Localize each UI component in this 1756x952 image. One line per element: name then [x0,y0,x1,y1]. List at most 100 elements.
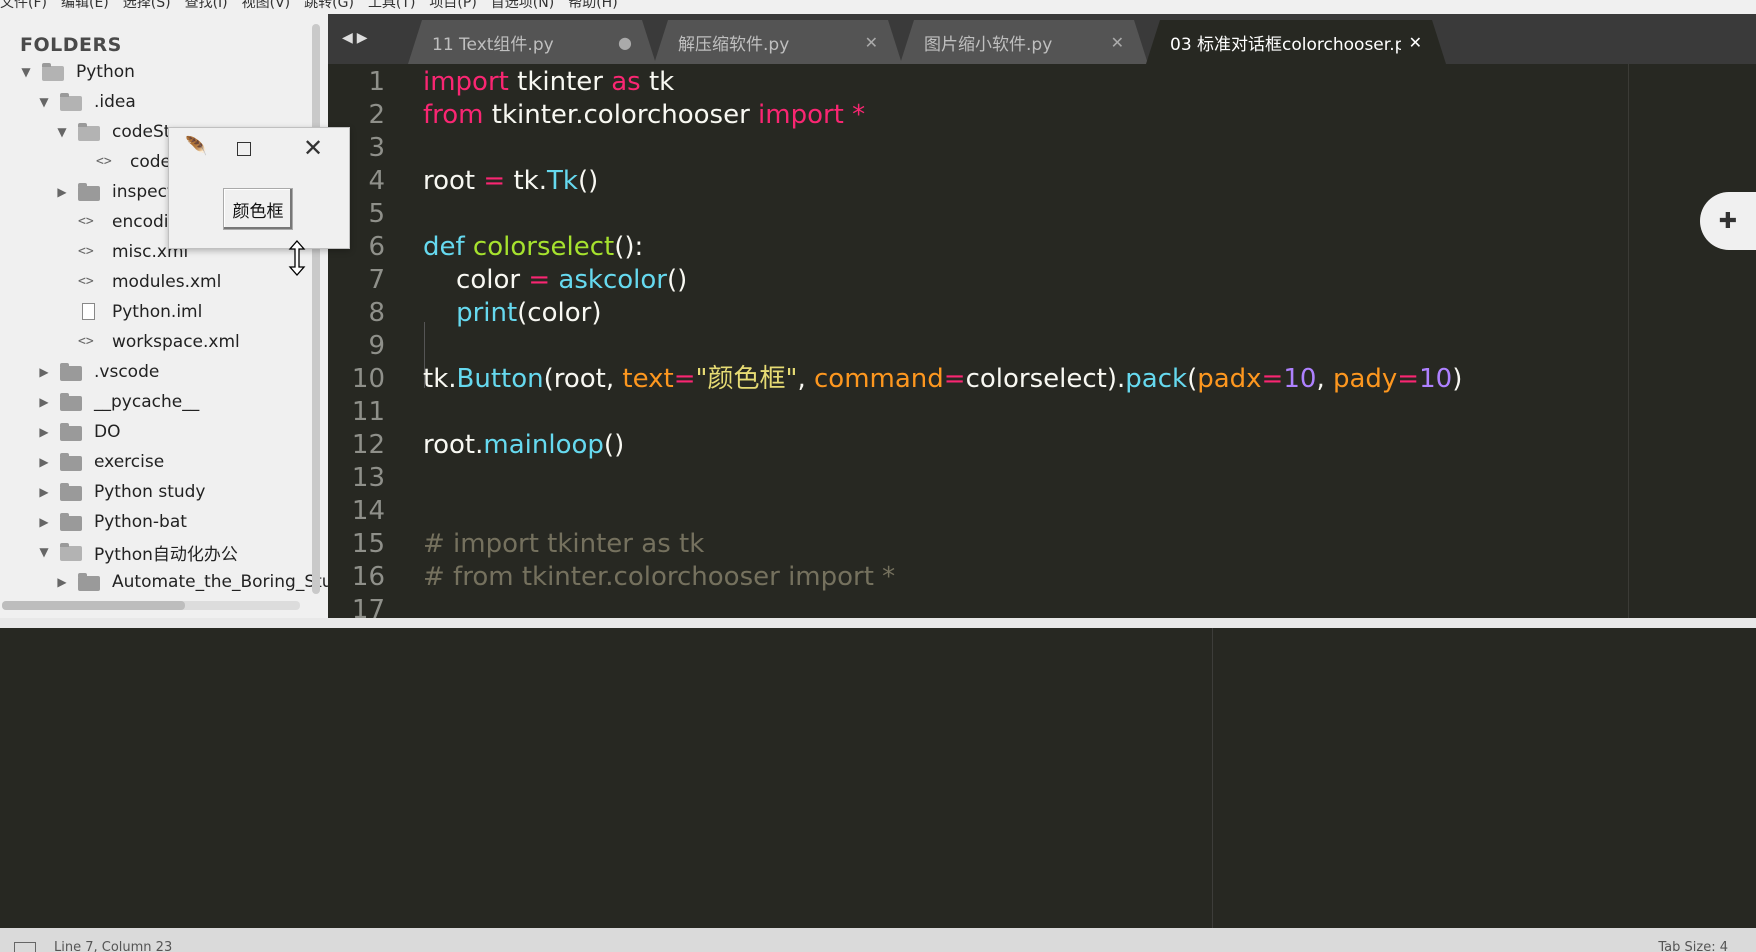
panel-toggle-icon[interactable] [14,942,36,952]
tree-item-label: DO [94,422,121,442]
code-line-16: # from tkinter.colorchooser import * [423,562,896,592]
tree-item-label: code [130,152,171,172]
line-number: 15 [351,529,385,559]
tk-window: 🪶 ✕ 颜色框 [168,127,350,249]
close-tab-icon[interactable]: ✕ [1111,33,1124,52]
code-line-6: def colorselect(): [423,232,644,262]
tab-colorchooser[interactable]: 03 标准对话框colorchooser.py ✕ [1146,20,1446,64]
tab-decompress[interactable]: 解压缩软件.py ✕ [654,20,902,64]
menu-project[interactable]: 项目(P) [429,0,476,12]
menu-find[interactable]: 查找(I) [185,0,228,12]
menu-view[interactable]: 视图(V) [242,0,291,12]
expand-arrow-icon[interactable]: ▼ [18,65,34,79]
tree-item-exercise[interactable]: ▶ exercise [36,448,164,476]
bottom-panel-split [1212,628,1213,928]
file-icon [78,303,100,321]
folder-open-icon [60,93,82,111]
tree-item-modules[interactable]: ▶ <> modules.xml [54,268,221,296]
collapse-arrow-icon[interactable]: ▶ [54,575,70,589]
tree-item-python-iml[interactable]: ▶ Python.iml [54,298,202,326]
tree-item-automate[interactable]: ▶ Automate_the_Boring_Stu [54,568,328,596]
maximize-icon[interactable] [237,142,251,156]
tree-item-python-bat[interactable]: ▶ Python-bat [36,508,187,536]
code-line-7: color = askcolor() [423,265,688,295]
line-number: 11 [351,397,385,427]
collapse-arrow-icon[interactable]: ▶ [36,515,52,529]
tab-nav-arrows-icon[interactable]: ◀▶ [342,30,372,46]
folder-icon [60,393,82,411]
tk-feather-icon: 🪶 [185,136,208,157]
tree-item-do[interactable]: ▶ DO [36,418,120,446]
tab-size[interactable]: Tab Size: 4 [1658,940,1728,952]
folder-icon [60,483,82,501]
collapse-arrow-icon[interactable]: ▶ [36,485,52,499]
folder-open-icon [42,63,64,81]
menu-help[interactable]: 帮助(H) [568,0,617,12]
expand-arrow-icon[interactable]: ▼ [54,125,70,139]
expand-arrow-icon[interactable]: ▼ [36,545,52,559]
tab-bar: ◀▶ 11 Text组件.py ● 解压缩软件.py ✕ 图片缩小软件.py ✕… [328,14,1756,64]
folder-open-icon [60,543,82,561]
tree-item-label: Python自动化办公 [94,544,238,565]
resize-cursor-icon [288,240,306,276]
code-editor[interactable]: 1 2 3 4 5 6 7 8 9 10 11 12 13 14 15 16 1… [328,64,1756,618]
tree-item-python-automation[interactable]: ▼ Python自动化办公 [36,538,238,566]
tree-item-inspections[interactable]: ▶ inspecti [54,178,178,206]
tree-item-python[interactable]: ▼ Python [18,58,135,86]
cursor-position: Line 7, Column 23 [54,940,173,952]
close-tab-icon[interactable]: ✕ [865,33,878,52]
tab-text-component[interactable]: 11 Text组件.py ● [408,20,656,64]
tree-item-idea[interactable]: ▼ .idea [36,88,136,116]
code-line-2: from tkinter.colorchooser import * [423,100,866,130]
collapse-arrow-icon[interactable]: ▶ [36,455,52,469]
line-number: 8 [368,298,385,328]
folder-icon [60,453,82,471]
panel-divider[interactable] [0,618,1756,628]
folder-open-icon [78,123,100,141]
menu-edit[interactable]: 编辑(E) [61,0,109,12]
code-file-icon: <> [78,274,94,289]
tree-item-codestyles[interactable]: ▼ codeSty [54,118,180,146]
collapse-arrow-icon[interactable]: ▶ [36,425,52,439]
menu-selection[interactable]: 选择(S) [123,0,171,12]
expand-arrow-icon[interactable]: ▼ [36,95,52,109]
floating-pin-icon[interactable]: ✚ [1700,192,1756,250]
sidebar-horizontal-scrollbar[interactable] [2,601,185,610]
tree-item-code[interactable]: ▶ <> code [72,148,171,176]
tree-item-label: exercise [94,452,165,472]
tab-image-shrink[interactable]: 图片缩小软件.py ✕ [900,20,1148,64]
close-tab-icon[interactable]: ✕ [1409,33,1422,52]
tree-item-python-study[interactable]: ▶ Python study [36,478,205,506]
tree-item-label: Python.iml [112,302,203,322]
folders-title: FOLDERS [20,34,122,56]
minimap-divider [1628,64,1629,618]
line-number: 14 [351,496,385,526]
sidebar-vertical-scrollbar[interactable] [312,24,320,594]
bottom-panel [0,628,1756,928]
tree-item-label: __pycache__ [94,392,200,412]
tree-item-workspace[interactable]: ▶ <> workspace.xml [54,328,240,356]
collapse-arrow-icon[interactable]: ▶ [54,185,70,199]
tree-item-encodings[interactable]: ▶ <> encodir [54,208,175,236]
status-bar: Line 7, Column 23 Tab Size: 4 [0,928,1756,952]
menu-tools[interactable]: 工具(T) [368,0,415,12]
menu-file[interactable]: 文件(F) [0,0,47,12]
tree-item-vscode[interactable]: ▶ .vscode [36,358,159,386]
tree-item-label: .idea [94,92,136,112]
folder-icon [60,513,82,531]
collapse-arrow-icon[interactable]: ▶ [36,365,52,379]
code-line-8: print(color) [456,298,602,328]
menu-preferences[interactable]: 首选项(N) [491,0,554,12]
modified-dot-icon[interactable]: ● [618,33,632,52]
code-line-12: root.mainloop() [423,430,625,460]
folder-icon [60,423,82,441]
tree-item-label: Python-bat [94,512,187,532]
tree-item-label: .vscode [94,362,160,382]
line-number: 1 [368,67,385,97]
close-icon[interactable]: ✕ [303,134,323,162]
collapse-arrow-icon[interactable]: ▶ [36,395,52,409]
line-number: 9 [368,331,385,361]
color-button[interactable]: 颜色框 [223,188,293,230]
menu-goto[interactable]: 跳转(G) [304,0,354,12]
tree-item-pycache[interactable]: ▶ __pycache__ [36,388,199,416]
